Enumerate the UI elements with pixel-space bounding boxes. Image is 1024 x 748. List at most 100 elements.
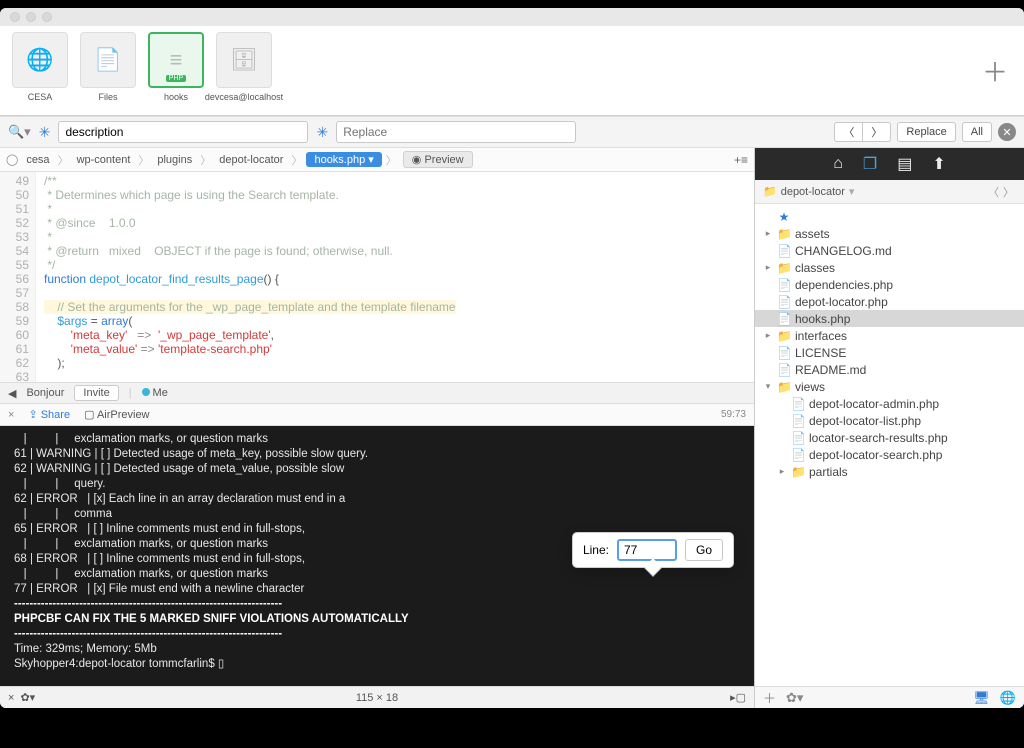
terminal-size: 115 × 18 [356,692,398,704]
tab-icon: 🗄 [216,32,272,88]
tree-folder[interactable]: ▸ 📁 partials [755,463,1024,480]
goto-line-input[interactable] [617,539,677,561]
breadcrumb-item[interactable]: plugins [153,154,196,166]
tree-file[interactable]: 📄depot-locator-search.php [755,446,1024,463]
regex-star-find[interactable]: ✳ [37,124,53,141]
chevron-right-icon: 〉 [138,152,149,168]
disclosure-icon[interactable]: ▸ [763,262,773,273]
tree-file[interactable]: 📄depot-locator.php [755,293,1024,310]
doc-tab[interactable]: 🌐CESA [10,32,70,102]
tree-file[interactable]: ★ [755,208,1024,225]
doc-tab[interactable]: 📄Files [78,32,138,102]
file-icon: 📄 [777,363,791,377]
term-settings-icon[interactable]: ✿▾ [20,691,35,704]
replace-all-button[interactable]: All [962,122,992,142]
tree-label: views [795,380,825,394]
traffic-max[interactable] [42,12,52,22]
tab-icon: 🌐 [12,32,68,88]
tree-file[interactable]: 📄depot-locator-admin.php [755,395,1024,412]
tree-folder[interactable]: ▸📁interfaces [755,327,1024,344]
traffic-min[interactable] [26,12,36,22]
replace-input[interactable] [336,121,576,143]
breadcrumb-item[interactable]: wp-content [73,154,135,166]
replace-button[interactable]: Replace [897,122,955,142]
tree-file[interactable]: 📄 README.md [755,361,1024,378]
window-titlebar [0,8,1024,26]
folder-icon: 📁 [791,465,805,479]
clips-icon[interactable]: ▤ [897,154,912,174]
files-icon[interactable]: ❐ [863,154,877,174]
file-browser-panel: ⌂ ❐ ▤ ⬆ 📁 depot-locator ▾ 〈〉 ★▸📁assets📄C… [754,148,1024,708]
goto-line-popover: Line: Go [572,532,734,568]
nav-back-icon[interactable]: ◯ [6,153,18,166]
tab-icon: ≡PHP [148,32,204,88]
preview-button[interactable]: ◉ Preview [403,151,473,168]
remote-mode-icon[interactable]: 🌐 [1000,690,1016,706]
tree-folder[interactable]: ▸📁assets [755,225,1024,242]
tree-file[interactable]: 📄hooks.php [755,310,1024,327]
publish-icon[interactable]: ⬆ [932,154,945,174]
tree-folder[interactable]: ▾ 📁 views [755,378,1024,395]
bonjour-label[interactable]: Bonjour [26,387,64,399]
traffic-close[interactable] [10,12,20,22]
panel-breadcrumb[interactable]: 📁 depot-locator ▾ 〈〉 [755,180,1024,204]
tree-file[interactable]: 📄CHANGELOG.md [755,242,1024,259]
disclosure-icon[interactable]: ▾ [763,381,773,392]
term-close-icon[interactable]: × [8,692,14,704]
breadcrumb-item[interactable]: depot-locator [215,154,287,166]
cursor-position: 59:73 [721,409,746,420]
close-sharebar-icon[interactable]: × [8,409,14,421]
doc-tab[interactable]: ≡PHPhooks [146,32,206,102]
file-tree[interactable]: ★▸📁assets📄CHANGELOG.md▸📁classes📄dependen… [755,204,1024,686]
close-findbar-icon[interactable]: ✕ [998,123,1016,141]
disclosure-icon[interactable]: ▸ [763,228,773,239]
home-icon[interactable]: ⌂ [833,155,843,173]
find-next-button[interactable]: 〉 [863,122,891,142]
collab-toggle-icon[interactable]: ◀ [8,387,16,400]
breadcrumb-item[interactable]: cesa [22,154,53,166]
tree-label: dependencies.php [795,278,893,292]
airpreview-button[interactable]: ▢ AirPreview [84,408,149,421]
tree-file[interactable]: 📄LICENSE [755,344,1024,361]
panel-mode-tabs: ⌂ ❐ ▤ ⬆ [755,148,1024,180]
tree-file[interactable]: 📄dependencies.php [755,276,1024,293]
tree-label: README.md [795,363,866,377]
share-button[interactable]: ⇪ Share [28,408,70,421]
breadcrumb-current[interactable]: hooks.php ▾ [306,152,381,167]
code-content[interactable]: /** * Determines which page is using the… [36,172,456,382]
tab-icon: 📄 [80,32,136,88]
disclosure-icon[interactable]: ▸ [763,330,773,341]
panel-settings-icon[interactable]: ✿▾ [786,690,803,706]
tree-file[interactable]: 📄depot-locator-list.php [755,412,1024,429]
tree-file[interactable]: 📄locator-search-results.php [755,429,1024,446]
code-editor[interactable]: 4950515253545556575859606162636465 /** *… [0,172,754,382]
doc-tab[interactable]: 🗄devcesa@localhost [214,32,274,102]
panel-root-label: depot-locator [781,186,845,198]
chevron-right-icon: 〉 [200,152,211,168]
term-expand-icon[interactable]: ▸▢ [730,691,746,704]
tree-label: partials [809,465,848,479]
folder-icon: 📁 [777,329,791,343]
star-icon: ★ [777,210,791,224]
regex-star-replace[interactable]: ✳ [314,124,330,141]
split-add-icon[interactable]: +≡ [734,153,748,167]
file-icon: 📄 [777,244,791,258]
file-icon: 📄 [777,295,791,309]
chevron-right-icon: 〉 [58,152,69,168]
find-prev-button[interactable]: 〈 [834,122,863,142]
add-file-icon[interactable]: ＋ [763,688,776,707]
chevron-right-icon: 〉 [291,152,302,168]
panel-back-icon[interactable]: 〈 [988,187,1003,199]
search-icon[interactable]: 🔍▾ [8,124,31,140]
panel-fwd-icon[interactable]: 〉 [1003,187,1018,199]
new-tab-icon[interactable]: ＋ [982,52,1008,89]
folder-icon: 📁 [777,380,791,394]
file-icon: 📄 [791,414,805,428]
folder-icon: 📁 [777,227,791,241]
invite-button[interactable]: Invite [74,385,118,401]
goto-go-button[interactable]: Go [685,539,723,561]
find-input[interactable] [58,121,308,143]
disclosure-icon[interactable]: ▸ [777,466,787,477]
tree-folder[interactable]: ▸📁classes [755,259,1024,276]
local-mode-icon[interactable]: 🖥 [973,690,990,706]
